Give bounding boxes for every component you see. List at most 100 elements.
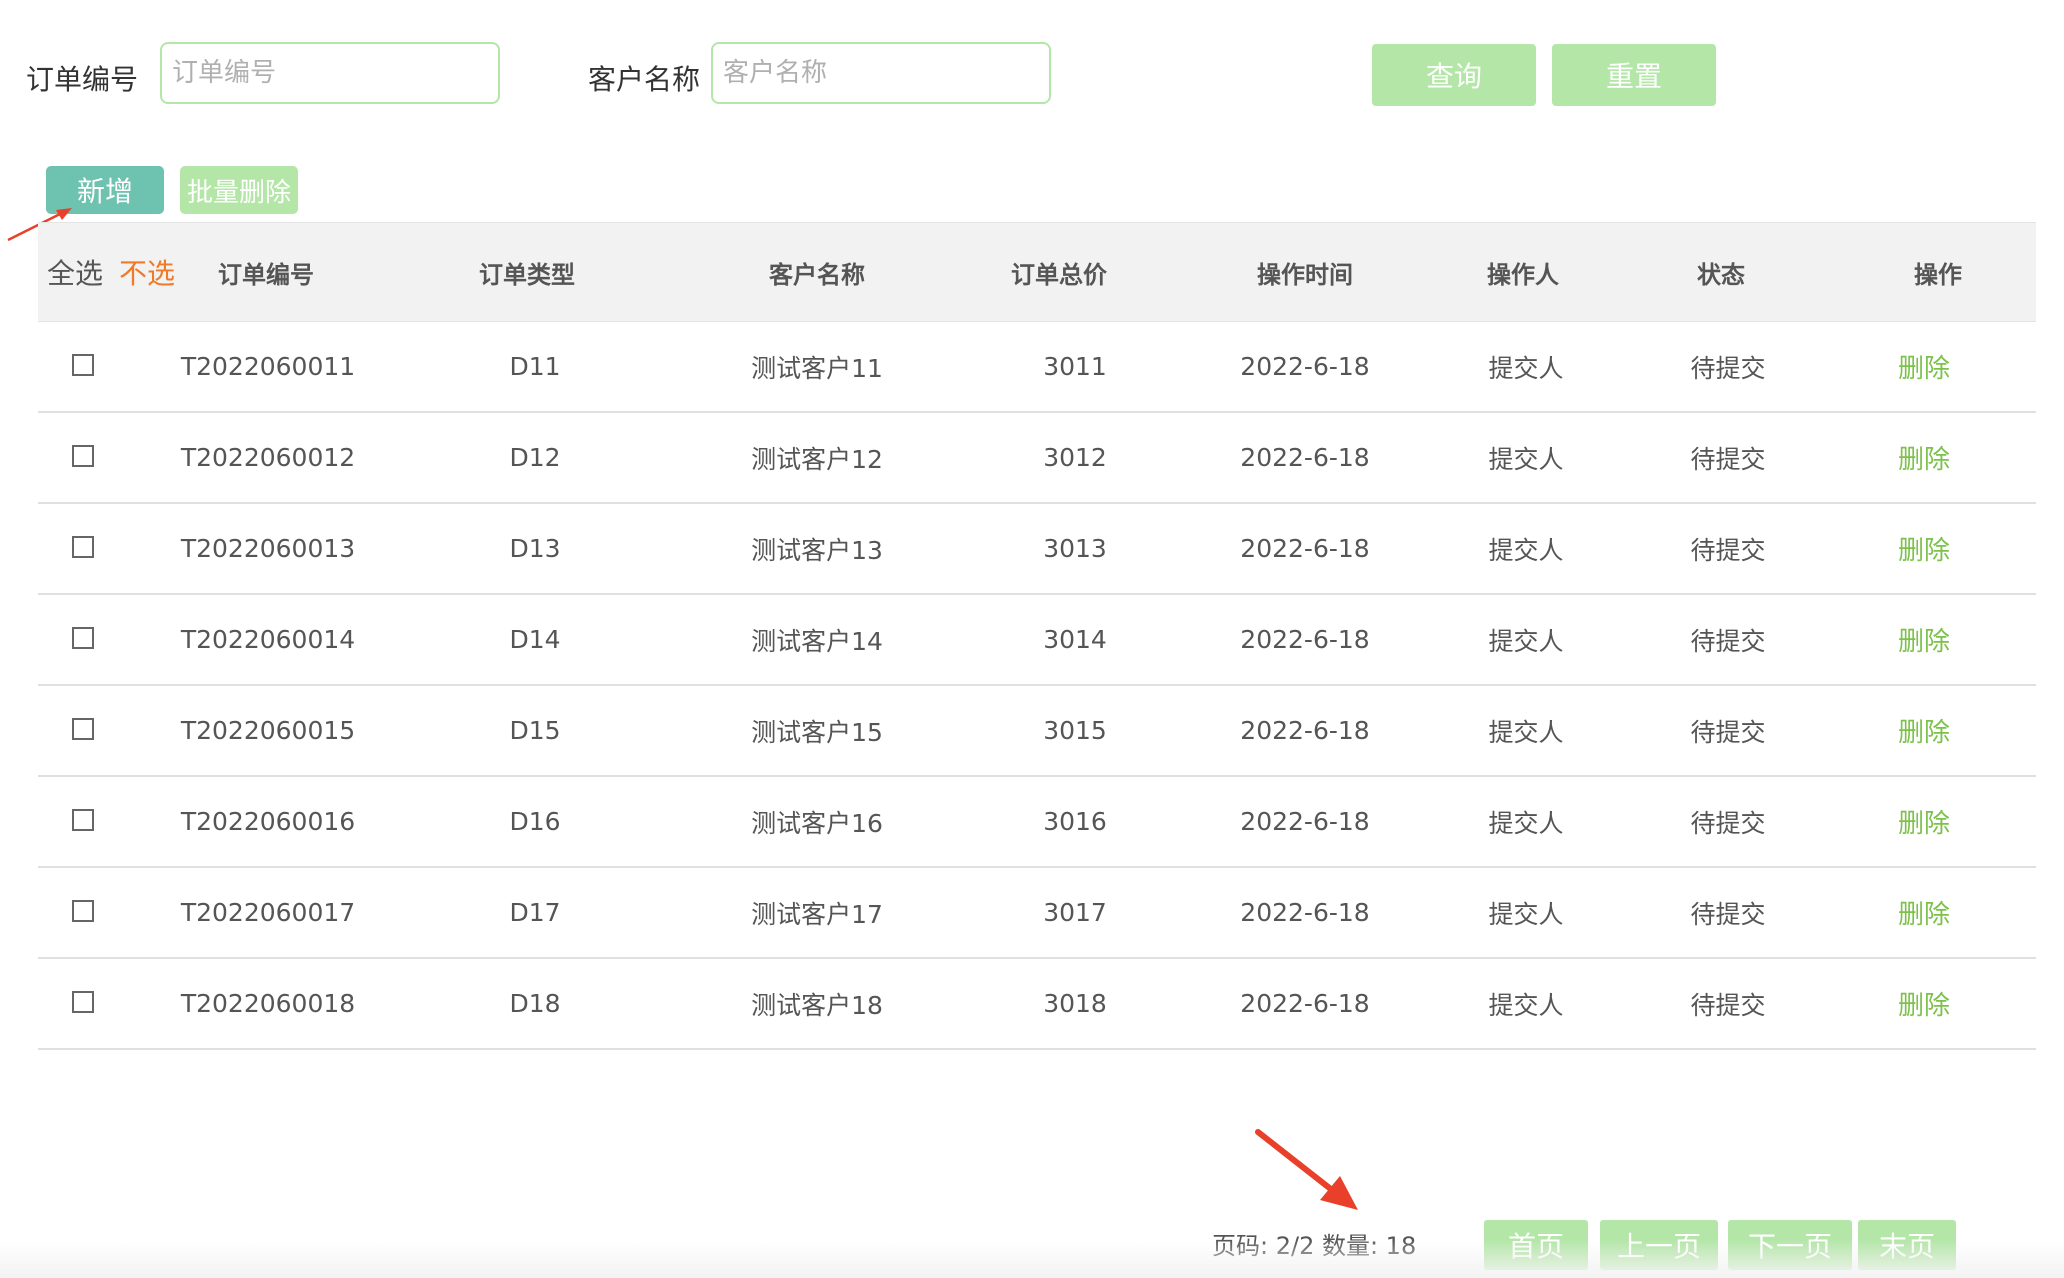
row-checkbox[interactable] — [72, 718, 94, 740]
delete-link[interactable]: 删除 — [1898, 530, 1950, 567]
cell-order-no: T2022060016 — [180, 807, 356, 836]
prev-page-button[interactable]: 上一页 — [1600, 1220, 1718, 1270]
order-no-input[interactable] — [160, 42, 500, 104]
table-row: T2022060013 D13 测试客户13 3013 2022-6-18 提交人 待提交 删… — [38, 504, 2036, 595]
header-operation-time: 操作时间 — [1257, 260, 1353, 289]
cell-operation-time: 2022-6-18 — [1240, 352, 1370, 381]
row-checkbox[interactable] — [72, 991, 94, 1013]
cell-actions: 删除 — [1898, 959, 1950, 1048]
cell-order-type: D16 — [509, 807, 561, 836]
cell-operator: 提交人 — [1488, 717, 1564, 747]
cell-actions: 删除 — [1898, 686, 1950, 775]
row-checkbox[interactable] — [72, 354, 94, 376]
delete-link[interactable]: 删除 — [1898, 894, 1950, 931]
delete-link[interactable]: 删除 — [1898, 803, 1950, 840]
row-checkbox[interactable] — [72, 445, 94, 467]
cell-order-no: T2022060013 — [180, 534, 356, 563]
cell-order-no: T2022060018 — [180, 989, 356, 1018]
cell-status: 待提交 — [1690, 444, 1766, 474]
cell-order-type: D15 — [509, 716, 561, 745]
delete-link[interactable]: 删除 — [1898, 439, 1950, 476]
cell-order-total: 3013 — [1043, 534, 1107, 563]
cell-order-total: 3018 — [1043, 989, 1107, 1018]
cell-order-no: T2022060015 — [180, 716, 356, 745]
delete-link[interactable]: 删除 — [1898, 712, 1950, 749]
query-button[interactable]: 查询 — [1372, 44, 1536, 106]
cell-order-type: D18 — [509, 989, 561, 1018]
cell-order-total: 3016 — [1043, 807, 1107, 836]
cell-order-type: D11 — [509, 352, 561, 381]
row-checkbox[interactable] — [72, 809, 94, 831]
batch-delete-button[interactable]: 批量删除 — [180, 166, 298, 214]
cell-order-no: T2022060011 — [180, 352, 356, 381]
cell-status: 待提交 — [1690, 535, 1766, 565]
cell-customer-name: 测试客户16 — [751, 808, 883, 838]
cell-customer-name: 测试客户11 — [751, 353, 883, 383]
delete-link[interactable]: 删除 — [1898, 621, 1950, 658]
table-row: T2022060018 D18 测试客户18 3018 2022-6-18 提交人 待提交 删… — [38, 959, 2036, 1050]
order-no-label: 订单编号 — [26, 63, 139, 96]
cell-actions: 删除 — [1898, 868, 1950, 957]
header-customer-name: 客户名称 — [769, 260, 865, 289]
cell-operation-time: 2022-6-18 — [1240, 625, 1370, 654]
table-header: 全选 不选 订单编号 订单类型 客户名称 订单总价 操作时间 操作人 状态 操作 — [38, 222, 2036, 322]
cell-customer-name: 测试客户12 — [751, 444, 883, 474]
delete-link[interactable]: 删除 — [1898, 348, 1950, 385]
header-operator: 操作人 — [1487, 260, 1559, 289]
cell-operation-time: 2022-6-18 — [1240, 898, 1370, 927]
cell-order-type: D17 — [509, 898, 561, 927]
cell-order-type: D12 — [509, 443, 561, 472]
cell-customer-name: 测试客户18 — [751, 990, 883, 1020]
cell-order-total: 3011 — [1043, 352, 1107, 381]
cell-operator: 提交人 — [1488, 535, 1564, 565]
cell-status: 待提交 — [1690, 808, 1766, 838]
cell-order-total: 3012 — [1043, 443, 1107, 472]
select-all-link[interactable]: 全选 — [47, 223, 103, 321]
header-actions: 操作 — [1914, 260, 1962, 289]
customer-name-input[interactable] — [711, 42, 1051, 104]
row-checkbox[interactable] — [72, 627, 94, 649]
cell-operation-time: 2022-6-18 — [1240, 443, 1370, 472]
cell-status: 待提交 — [1690, 717, 1766, 747]
cell-operation-time: 2022-6-18 — [1240, 989, 1370, 1018]
table-row: T2022060016 D16 测试客户16 3016 2022-6-18 提交人 待提交 删… — [38, 777, 2036, 868]
cell-actions: 删除 — [1898, 504, 1950, 593]
annotation-arrow-icon — [1255, 1129, 1358, 1210]
select-none-link[interactable]: 不选 — [119, 223, 175, 321]
page-info: 页码: 2/2 数量: 18 — [1212, 1232, 1417, 1260]
reset-button[interactable]: 重置 — [1552, 44, 1716, 106]
last-page-button[interactable]: 末页 — [1858, 1220, 1956, 1270]
first-page-button[interactable]: 首页 — [1484, 1220, 1588, 1270]
cell-operation-time: 2022-6-18 — [1240, 716, 1370, 745]
cell-order-no: T2022060017 — [180, 898, 356, 927]
table-row: T2022060017 D17 测试客户17 3017 2022-6-18 提交人 待提交 删… — [38, 868, 2036, 959]
cell-operator: 提交人 — [1488, 808, 1564, 838]
cell-operation-time: 2022-6-18 — [1240, 534, 1370, 563]
table-row: T2022060014 D14 测试客户14 3014 2022-6-18 提交人 待提交 删… — [38, 595, 2036, 686]
row-checkbox[interactable] — [72, 900, 94, 922]
cell-order-total: 3014 — [1043, 625, 1107, 654]
cell-order-total: 3017 — [1043, 898, 1107, 927]
cell-status: 待提交 — [1690, 990, 1766, 1020]
cell-operation-time: 2022-6-18 — [1240, 807, 1370, 836]
next-page-button[interactable]: 下一页 — [1728, 1220, 1852, 1270]
header-order-type: 订单类型 — [479, 260, 575, 289]
cell-actions: 删除 — [1898, 322, 1950, 411]
cell-order-total: 3015 — [1043, 716, 1107, 745]
table-row: T2022060015 D15 测试客户15 3015 2022-6-18 提交人 待提交 删… — [38, 686, 2036, 777]
cell-status: 待提交 — [1690, 899, 1766, 929]
cell-operator: 提交人 — [1488, 899, 1564, 929]
row-checkbox[interactable] — [72, 536, 94, 558]
cell-customer-name: 测试客户17 — [751, 899, 883, 929]
cell-order-type: D14 — [509, 625, 561, 654]
table-row: T2022060011 D11 测试客户11 3011 2022-6-18 提交人 待提交 删… — [38, 322, 2036, 413]
table-row: T2022060012 D12 测试客户12 3012 2022-6-18 提交人 待提交 删… — [38, 413, 2036, 504]
cell-operator: 提交人 — [1488, 353, 1564, 383]
cell-status: 待提交 — [1690, 626, 1766, 656]
cell-operator: 提交人 — [1488, 444, 1564, 474]
cell-order-no: T2022060014 — [180, 625, 356, 654]
cell-order-no: T2022060012 — [180, 443, 356, 472]
delete-link[interactable]: 删除 — [1898, 985, 1950, 1022]
customer-name-label: 客户名称 — [588, 63, 701, 96]
cell-actions: 删除 — [1898, 413, 1950, 502]
